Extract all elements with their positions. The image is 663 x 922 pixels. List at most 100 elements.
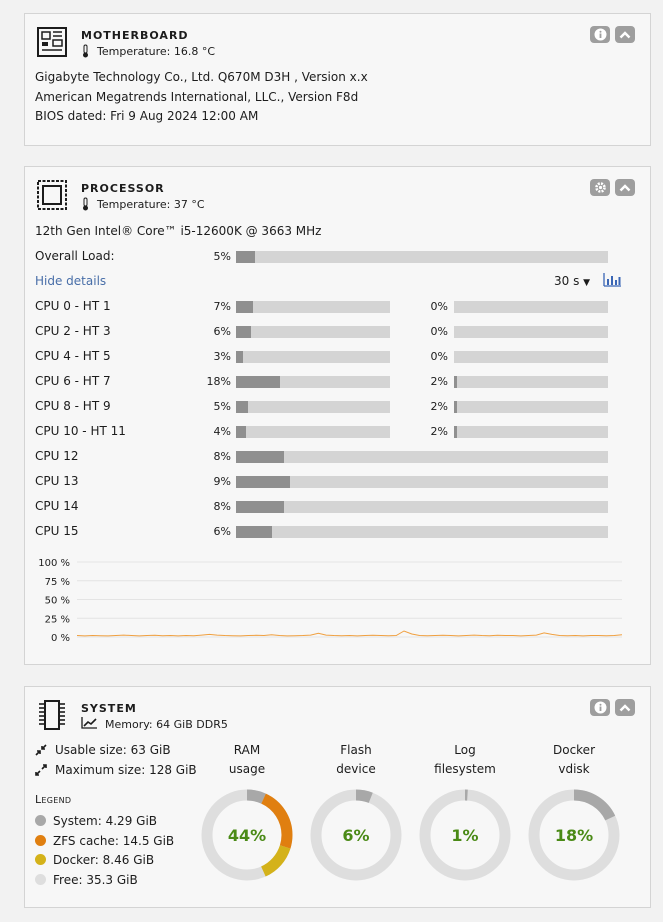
cpu-label: CPU 10 - HT 11 [35, 424, 126, 438]
collapse-button[interactable] [615, 26, 635, 43]
cpu-load-fill [236, 426, 246, 438]
gauge-percent: 44% [228, 826, 266, 845]
cpu-load-bar [236, 326, 390, 338]
temperature-text: Temperature: 16.8 °C [97, 45, 216, 58]
cpu-label: CPU 6 - HT 7 [35, 374, 111, 388]
chart-y-tick: 100 % [38, 558, 70, 569]
cpu-load-percent: 9% [213, 475, 231, 488]
usage-gauge: 44% [201, 789, 293, 881]
usable-size: Usable size: 63 GiB [55, 743, 171, 757]
legend-swatch [35, 873, 46, 885]
cpu-label: CPU 13 [35, 474, 79, 488]
ht-load-bar [454, 376, 608, 388]
gauge-title-line2: usage [228, 762, 266, 776]
cpu-load-percent: 4% [213, 425, 231, 438]
cpu-load-percent: 5% [213, 400, 231, 413]
memory-chip-icon [39, 700, 65, 730]
legend-title: Legend [35, 793, 72, 806]
ht-load-bar [454, 401, 608, 413]
chevron-up-icon [619, 30, 631, 38]
info-icon [594, 28, 606, 41]
cpu-load-fill [236, 501, 284, 513]
caret-down-icon: ▼ [583, 278, 591, 288]
overall-load-label: Overall Load: [35, 249, 115, 263]
motherboard-panel: MOTHERBOARD Temperature: 16.8 °C Gigabyt… [24, 13, 651, 146]
gauge-title-line1: Flash [340, 743, 372, 757]
collapse-button[interactable] [615, 699, 635, 716]
gauge-title: Flash device [311, 741, 401, 779]
legend-text: ZFS cache: 14.5 GiB [53, 833, 175, 848]
gauge-percent: 18% [555, 826, 593, 845]
interval-select[interactable]: 30 s ▼ [554, 274, 590, 288]
cpu-load-bar [236, 301, 390, 313]
temperature-text: Temperature: 37 °C [97, 198, 205, 211]
panel-title: MOTHERBOARD [81, 29, 189, 42]
cpu-load-bar [236, 426, 390, 438]
hide-details-link[interactable]: Hide details [35, 274, 106, 288]
bios-vendor: American Megatrends International, LLC.,… [35, 90, 359, 104]
cpu-load-bar [236, 451, 608, 463]
expand-arrows-icon [35, 764, 47, 776]
cpu-load-bar [236, 501, 608, 513]
legend-item: System: 4.29 GiB [35, 814, 157, 828]
chart-y-tick: 75 % [45, 577, 70, 588]
cpu-load-fill [236, 376, 281, 388]
gauge-title-line2: vdisk [558, 762, 590, 776]
info-button[interactable] [590, 699, 610, 716]
gauge-title: RAM usage [202, 741, 292, 779]
gauge-title-line1: RAM [233, 743, 261, 757]
cpu-load-fill [236, 351, 244, 363]
gear-icon [594, 182, 606, 193]
cpu-load-bar [236, 476, 608, 488]
cpu-load-fill [236, 526, 272, 538]
cpu-load-percent: 3% [213, 350, 231, 363]
overall-load-percent: 5% [213, 250, 231, 263]
ht-load-bar [454, 301, 608, 313]
panel-title: PROCESSOR [81, 182, 165, 195]
ht-load-percent: 2% [430, 400, 448, 413]
board-model: Gigabyte Technology Co., Ltd. Q670M D3H … [35, 70, 368, 84]
info-icon [594, 701, 606, 714]
cpu-load-percent: 8% [213, 500, 231, 513]
chevron-up-icon [619, 183, 631, 191]
gauge-percent: 1% [451, 826, 478, 845]
gauge-percent: 6% [342, 826, 369, 845]
legend-swatch [35, 834, 46, 846]
collapse-button[interactable] [615, 179, 635, 196]
chevron-up-icon [619, 703, 631, 711]
legend-text: Docker: 8.46 GiB [53, 853, 155, 867]
ht-load-fill [454, 426, 457, 438]
gauge-title-line2: device [336, 762, 376, 776]
settings-button[interactable] [590, 179, 610, 196]
thermometer-icon [83, 197, 88, 211]
ht-load-bar [454, 426, 608, 438]
gauge-title-line2: filesystem [434, 762, 496, 776]
gauge-title: Log filesystem [420, 741, 510, 779]
cpu-load-chart: 100 % 75 % 50 % 25 % 0 % [38, 558, 623, 644]
cpu-label: CPU 15 [35, 524, 79, 538]
bar-chart-icon[interactable] [603, 273, 621, 287]
thermometer-icon [83, 44, 88, 58]
chart-y-tick: 25 % [45, 614, 70, 625]
ht-load-bar [454, 326, 608, 338]
maximum-size: Maximum size: 128 GiB [55, 763, 197, 777]
cpu-load-fill [236, 326, 251, 338]
overall-load-bar [236, 251, 608, 263]
memory-text: Memory: 64 GiB DDR5 [105, 718, 228, 731]
ht-load-bar [454, 351, 608, 363]
cpu-load-fill [236, 476, 290, 488]
gauge-title-line1: Docker [552, 743, 596, 757]
cpu-load-percent: 6% [213, 325, 231, 338]
cpu-model: 12th Gen Intel® Core™ i5-12600K @ 3663 M… [35, 224, 322, 238]
cpu-load-bar [236, 401, 390, 413]
usage-gauge: 1% [419, 789, 511, 881]
info-button[interactable] [590, 26, 610, 43]
ht-load-fill [454, 376, 457, 388]
processor-icon [37, 180, 67, 210]
legend-item: Free: 35.3 GiB [35, 873, 138, 887]
cpu-label: CPU 2 - HT 3 [35, 324, 111, 338]
cpu-load-percent: 8% [213, 450, 231, 463]
legend-swatch [35, 815, 46, 826]
panel-title: SYSTEM [81, 702, 137, 715]
overall-load-fill [236, 251, 255, 263]
